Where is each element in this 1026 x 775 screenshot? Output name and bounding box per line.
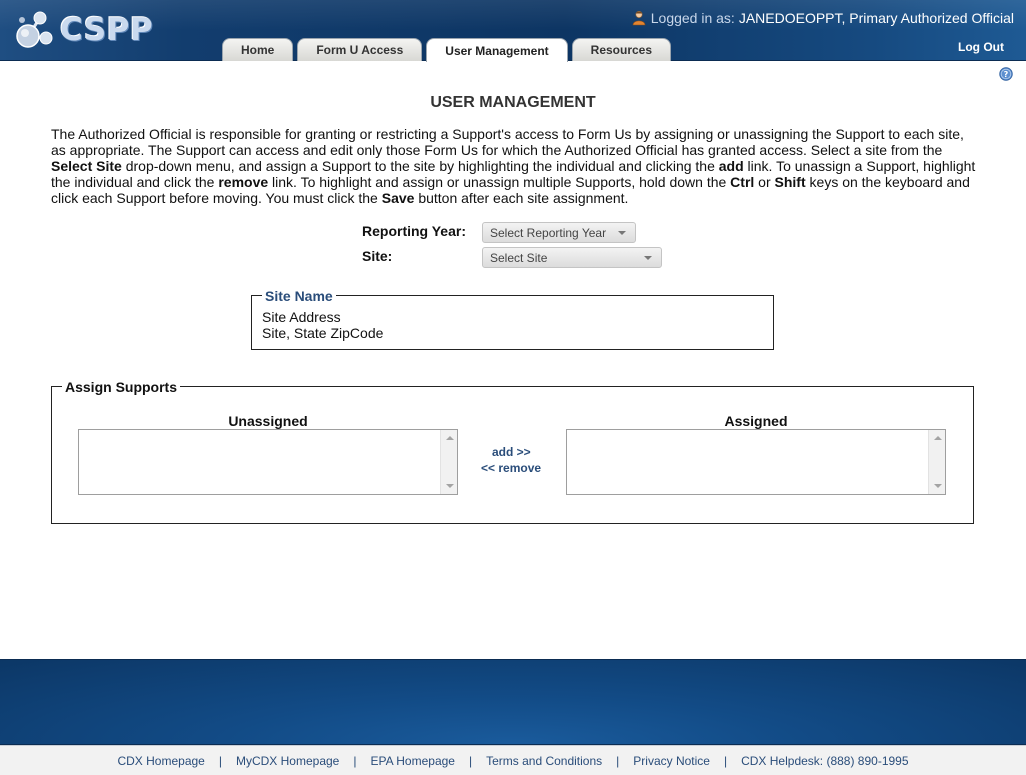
site-select[interactable]: Select Site — [482, 247, 662, 268]
tab-resources[interactable]: Resources — [571, 38, 672, 61]
unassigned-title: Unassigned — [228, 413, 308, 429]
scroll-down-icon[interactable] — [446, 484, 454, 488]
site-name: Site Name — [262, 288, 336, 304]
add-link[interactable]: add >> — [492, 445, 531, 459]
footer-links: CDX Homepage | MyCDX Homepage | EPA Home… — [0, 745, 1026, 775]
header: CSPP Logged in as: JANEDOEOPPT, Primary … — [0, 0, 1026, 62]
molecule-logo-icon — [16, 11, 53, 48]
main-nav-tabs: Home Form U Access User Management Resou… — [222, 38, 672, 62]
logout-link[interactable]: Log Out — [958, 40, 1004, 54]
assign-supports-box: Assign Supports Unassigned add >> << rem… — [51, 379, 974, 524]
unassigned-scrollbar[interactable] — [440, 430, 457, 494]
logged-in-label: Logged in as: — [650, 10, 735, 26]
footer-link-mycdx-homepage[interactable]: MyCDX Homepage — [236, 754, 339, 768]
footer-separator: | — [616, 753, 620, 768]
user-name: JANEDOEOPPT, Primary Authorized Official — [738, 10, 1014, 26]
instructions-text: The Authorized Official is responsible f… — [51, 126, 976, 206]
user-icon — [632, 10, 646, 26]
chevron-down-icon — [644, 256, 652, 260]
tab-user-management[interactable]: User Management — [426, 38, 568, 62]
tab-home[interactable]: Home — [222, 38, 294, 61]
help-icon[interactable]: ? — [999, 67, 1013, 81]
logged-in-status: Logged in as: JANEDOEOPPT, Primary Autho… — [631, 9, 1014, 27]
reporting-year-label: Reporting Year: — [362, 223, 466, 239]
scroll-down-icon[interactable] — [934, 484, 942, 488]
footer-link-helpdesk[interactable]: CDX Helpdesk: (888) 890-1995 — [741, 754, 908, 768]
site-selected: Select Site — [490, 250, 548, 265]
footer-link-terms[interactable]: Terms and Conditions — [486, 754, 602, 768]
footer-link-epa-homepage[interactable]: EPA Homepage — [370, 754, 455, 768]
assigned-title: Assigned — [724, 413, 788, 429]
footer-separator: | — [218, 753, 222, 768]
assign-supports-legend: Assign Supports — [62, 379, 181, 395]
cspp-logo[interactable]: CSPP — [14, 8, 154, 52]
assigned-listbox[interactable] — [566, 429, 946, 495]
scroll-up-icon[interactable] — [446, 436, 454, 440]
footer-separator: | — [468, 753, 473, 768]
footer-banner — [0, 659, 1026, 745]
page-title: USER MANAGEMENT — [430, 94, 596, 111]
site-address: Site Address — [262, 309, 341, 325]
site-label: Site: — [362, 248, 393, 264]
footer-separator: | — [723, 753, 728, 768]
assigned-scrollbar[interactable] — [928, 430, 945, 494]
reporting-year-selected: Select Reporting Year — [490, 225, 607, 240]
site-city-state-zip: Site, State ZipCode — [262, 325, 384, 341]
scroll-up-icon[interactable] — [934, 436, 942, 440]
unassigned-listbox[interactable] — [78, 429, 458, 495]
logo-text: CSPP — [60, 12, 154, 48]
site-info-box: Site Name Site Address Site, State ZipCo… — [251, 288, 774, 350]
footer-link-privacy[interactable]: Privacy Notice — [633, 754, 710, 768]
footer-link-cdx-homepage[interactable]: CDX Homepage — [117, 754, 204, 768]
reporting-year-select[interactable]: Select Reporting Year — [482, 222, 636, 243]
remove-link[interactable]: << remove — [481, 461, 541, 475]
tab-form-u-access[interactable]: Form U Access — [297, 38, 423, 61]
svg-text:?: ? — [1004, 70, 1009, 79]
footer-separator: | — [353, 753, 357, 768]
chevron-down-icon — [618, 231, 626, 235]
